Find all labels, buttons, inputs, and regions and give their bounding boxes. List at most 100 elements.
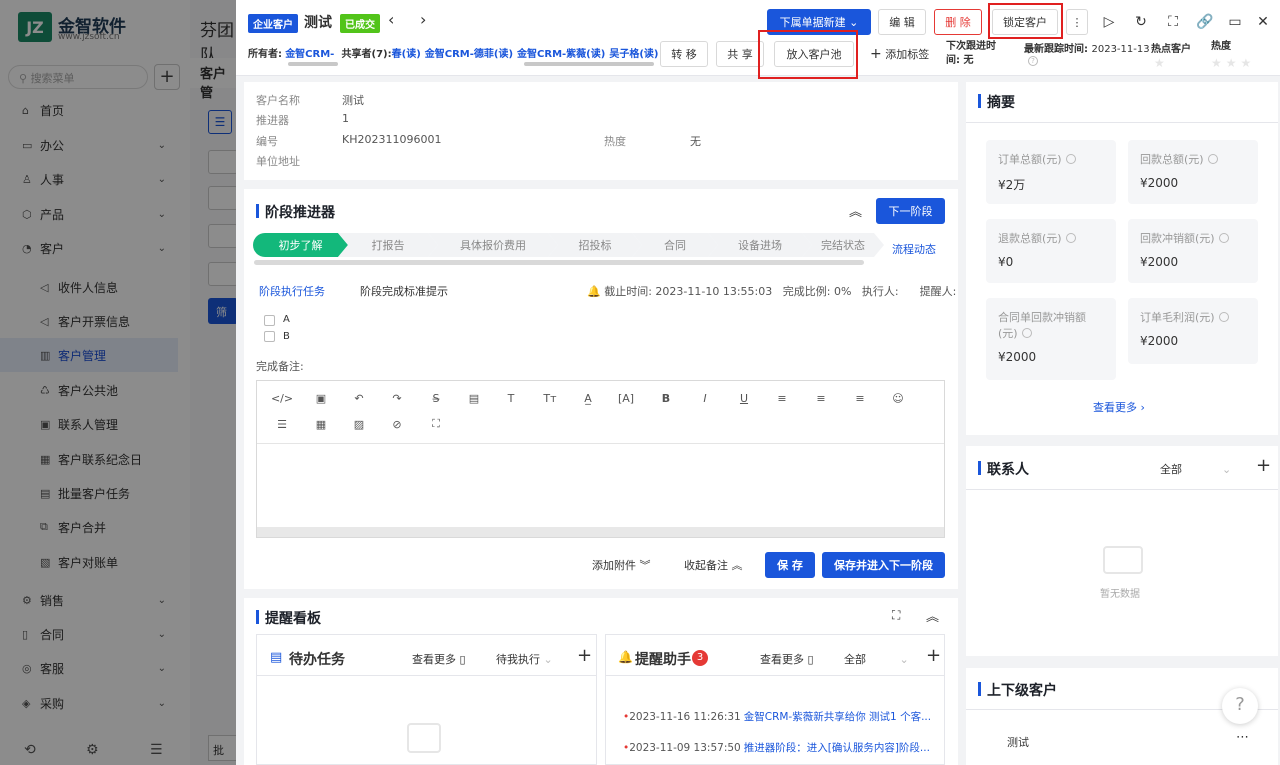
next-stage-button[interactable]: 下一阶段 — [876, 198, 945, 224]
prev-record-icon[interactable]: ‹ — [388, 10, 394, 29]
next-follow-info: 下次跟进时间: 无 — [946, 41, 996, 66]
sharer-link[interactable]: 金智CRM-德菲(读) — [425, 49, 513, 60]
stage-step[interactable]: 初步了解 — [253, 233, 348, 257]
owner-link[interactable]: 金智CRM- — [285, 49, 334, 60]
chevron-down-icon: ⌄ — [543, 653, 553, 666]
todo-more-link[interactable]: 查看更多 ▯ — [412, 651, 466, 667]
link-icon[interactable]: 🔗 — [1194, 11, 1216, 33]
more-horizontal-icon[interactable]: ⋯ — [1236, 730, 1249, 745]
scrollbar[interactable] — [288, 62, 338, 66]
sharer-link[interactable]: 吴子格(读) — [609, 49, 658, 60]
related-customer-item[interactable]: 测试 — [1007, 734, 1029, 750]
summary-more-link[interactable]: 查看更多 › — [1093, 399, 1145, 415]
sharer-list: 春(读) 金智CRM-德菲(读) 金智CRM-紫薇(读) 吴子格(读) — [392, 49, 663, 60]
assistant-filter-select[interactable]: 全部 ⌄ — [844, 651, 909, 667]
refresh-icon[interactable]: ↻ — [1130, 11, 1152, 33]
emoji-icon[interactable]: ☺ — [888, 389, 908, 407]
image-icon[interactable]: ▨ — [349, 415, 369, 433]
align-center-icon[interactable]: ≡ — [811, 389, 831, 407]
save-and-next-button[interactable]: 保存并进入下一阶段 — [822, 552, 945, 578]
font-color-icon[interactable]: A̲ — [578, 389, 598, 407]
table-icon[interactable]: ▦ — [311, 415, 331, 433]
share-button[interactable]: 共 享 — [716, 41, 764, 67]
next-record-icon[interactable]: › — [420, 10, 426, 29]
collapse-up-icon[interactable]: ︽ — [926, 606, 939, 625]
more-menu-icon[interactable]: ⋮ — [1066, 9, 1088, 35]
todo-divider — [257, 675, 596, 676]
summary-stat-card: 退款总额(元) ¥0 — [986, 219, 1116, 283]
clock-icon — [1021, 328, 1032, 338]
stage-step[interactable]: 设备进场 — [708, 233, 812, 257]
scrollbar[interactable] — [524, 62, 654, 66]
close-icon[interactable]: ✕ — [1252, 11, 1274, 33]
stage-step[interactable]: 合同 — [632, 233, 718, 257]
text-icon[interactable]: T — [501, 389, 521, 407]
code-icon[interactable]: </> — [271, 389, 293, 407]
bold-icon[interactable]: B — [656, 389, 676, 407]
collapse-note-toggle[interactable]: 收起备注 ︽ — [684, 557, 743, 573]
process-dynamic-link[interactable]: 流程动态 — [892, 241, 936, 257]
checkbox-a[interactable] — [264, 315, 275, 326]
add-reminder-icon[interactable]: + — [926, 645, 941, 666]
add-tag-button[interactable]: + 添加标签 — [870, 46, 929, 62]
strikethrough-icon[interactable]: S̶ — [426, 389, 446, 407]
reminder-text[interactable]: 金智CRM-紫薇新共享给你 测试1 个客... — [744, 711, 931, 723]
align-right-icon[interactable]: ≡ — [850, 389, 870, 407]
attachment-icon[interactable]: ⊘ — [387, 415, 407, 433]
reminder-message[interactable]: •2023-11-09 13:57:50 推进器阶段：进入[确认服务内容]阶段..… — [623, 740, 930, 755]
stage-step[interactable]: 具体报价费用 — [428, 233, 558, 257]
help-icon[interactable]: ? — [1028, 56, 1038, 66]
stage-scrollbar[interactable] — [254, 260, 864, 265]
reminder-message[interactable]: •2023-11-16 11:26:31 金智CRM-紫薇新共享给你 测试1 个客… — [623, 709, 931, 724]
bell-icon: 🔔 — [618, 650, 633, 664]
list-icon[interactable]: ☰ — [272, 415, 292, 433]
stage-step[interactable]: 招投标 — [548, 233, 642, 257]
align-left-icon[interactable]: ≡ — [772, 389, 792, 407]
italic-icon[interactable]: I — [695, 389, 715, 407]
editor-content-area[interactable] — [257, 444, 944, 528]
add-attachment-toggle[interactable]: 添加附件 ︾ — [592, 557, 651, 573]
chevron-down-icon: ⌄ — [1222, 463, 1232, 476]
assistant-more-link[interactable]: 查看更多 ▯ — [760, 651, 814, 667]
delete-button[interactable]: 删 除 — [934, 9, 982, 35]
contacts-filter-select[interactable]: 全部 ⌄ — [1160, 461, 1231, 477]
save-button[interactable]: 保 存 — [765, 552, 815, 578]
add-contact-icon[interactable]: + — [1256, 455, 1271, 476]
undo-icon[interactable]: ↶ — [349, 389, 369, 407]
underline-icon[interactable]: U — [734, 389, 754, 407]
todo-filter-select[interactable]: 待我执行 ⌄ — [496, 651, 553, 667]
stage-step[interactable]: 打报告 — [338, 233, 438, 257]
document-icon[interactable]: ▤ — [464, 389, 484, 407]
stage-step[interactable]: 完结状态 — [802, 233, 884, 257]
highlight-box — [988, 3, 1063, 39]
sharer-link[interactable]: 金智CRM-紫薇(读) — [517, 49, 605, 60]
tab-stage-hint[interactable]: 阶段完成标准提示 — [360, 283, 448, 299]
chevron-down-icon: ⌄ — [849, 15, 859, 29]
checkbox-b[interactable] — [264, 331, 275, 342]
background-color-icon[interactable]: [A] — [616, 389, 636, 407]
fullscreen-icon[interactable]: ⛶ — [892, 608, 900, 623]
redo-icon[interactable]: ↷ — [387, 389, 407, 407]
font-size-icon[interactable]: Tт — [540, 389, 560, 407]
edit-button[interactable]: 编 辑 — [878, 9, 926, 35]
template-icon[interactable]: ▣ — [311, 389, 331, 407]
play-icon[interactable]: ▷ — [1098, 11, 1120, 33]
expand-icon[interactable]: ⛶ — [426, 415, 446, 433]
add-todo-icon[interactable]: + — [577, 645, 592, 666]
heat-stars-icon[interactable]: ★★★ — [1211, 56, 1255, 70]
editor-scrollbar[interactable] — [257, 527, 944, 537]
hot-star-icon[interactable]: ★ — [1154, 56, 1165, 70]
print-icon[interactable]: ▭ — [1224, 11, 1246, 33]
sharer-link[interactable]: 春(读) — [392, 49, 421, 60]
help-float-icon[interactable]: ? — [1222, 688, 1258, 724]
fullscreen-icon[interactable]: ⛶ — [1162, 11, 1184, 33]
transfer-button[interactable]: 转 移 — [660, 41, 708, 67]
tab-stage-tasks[interactable]: 阶段执行任务 — [259, 283, 325, 299]
name-label: 客户名称 — [256, 94, 300, 107]
deal-status-badge: 已成交 — [340, 14, 380, 33]
stat-label: 订单毛利润(元) — [1140, 311, 1215, 324]
checkbox-b-label: B — [283, 331, 290, 342]
reminder-text[interactable]: 推进器阶段：进入[确认服务内容]阶段... — [744, 742, 930, 754]
heat-field-label: 热度 — [604, 135, 626, 148]
collapse-up-icon[interactable]: ︽ — [849, 201, 862, 220]
